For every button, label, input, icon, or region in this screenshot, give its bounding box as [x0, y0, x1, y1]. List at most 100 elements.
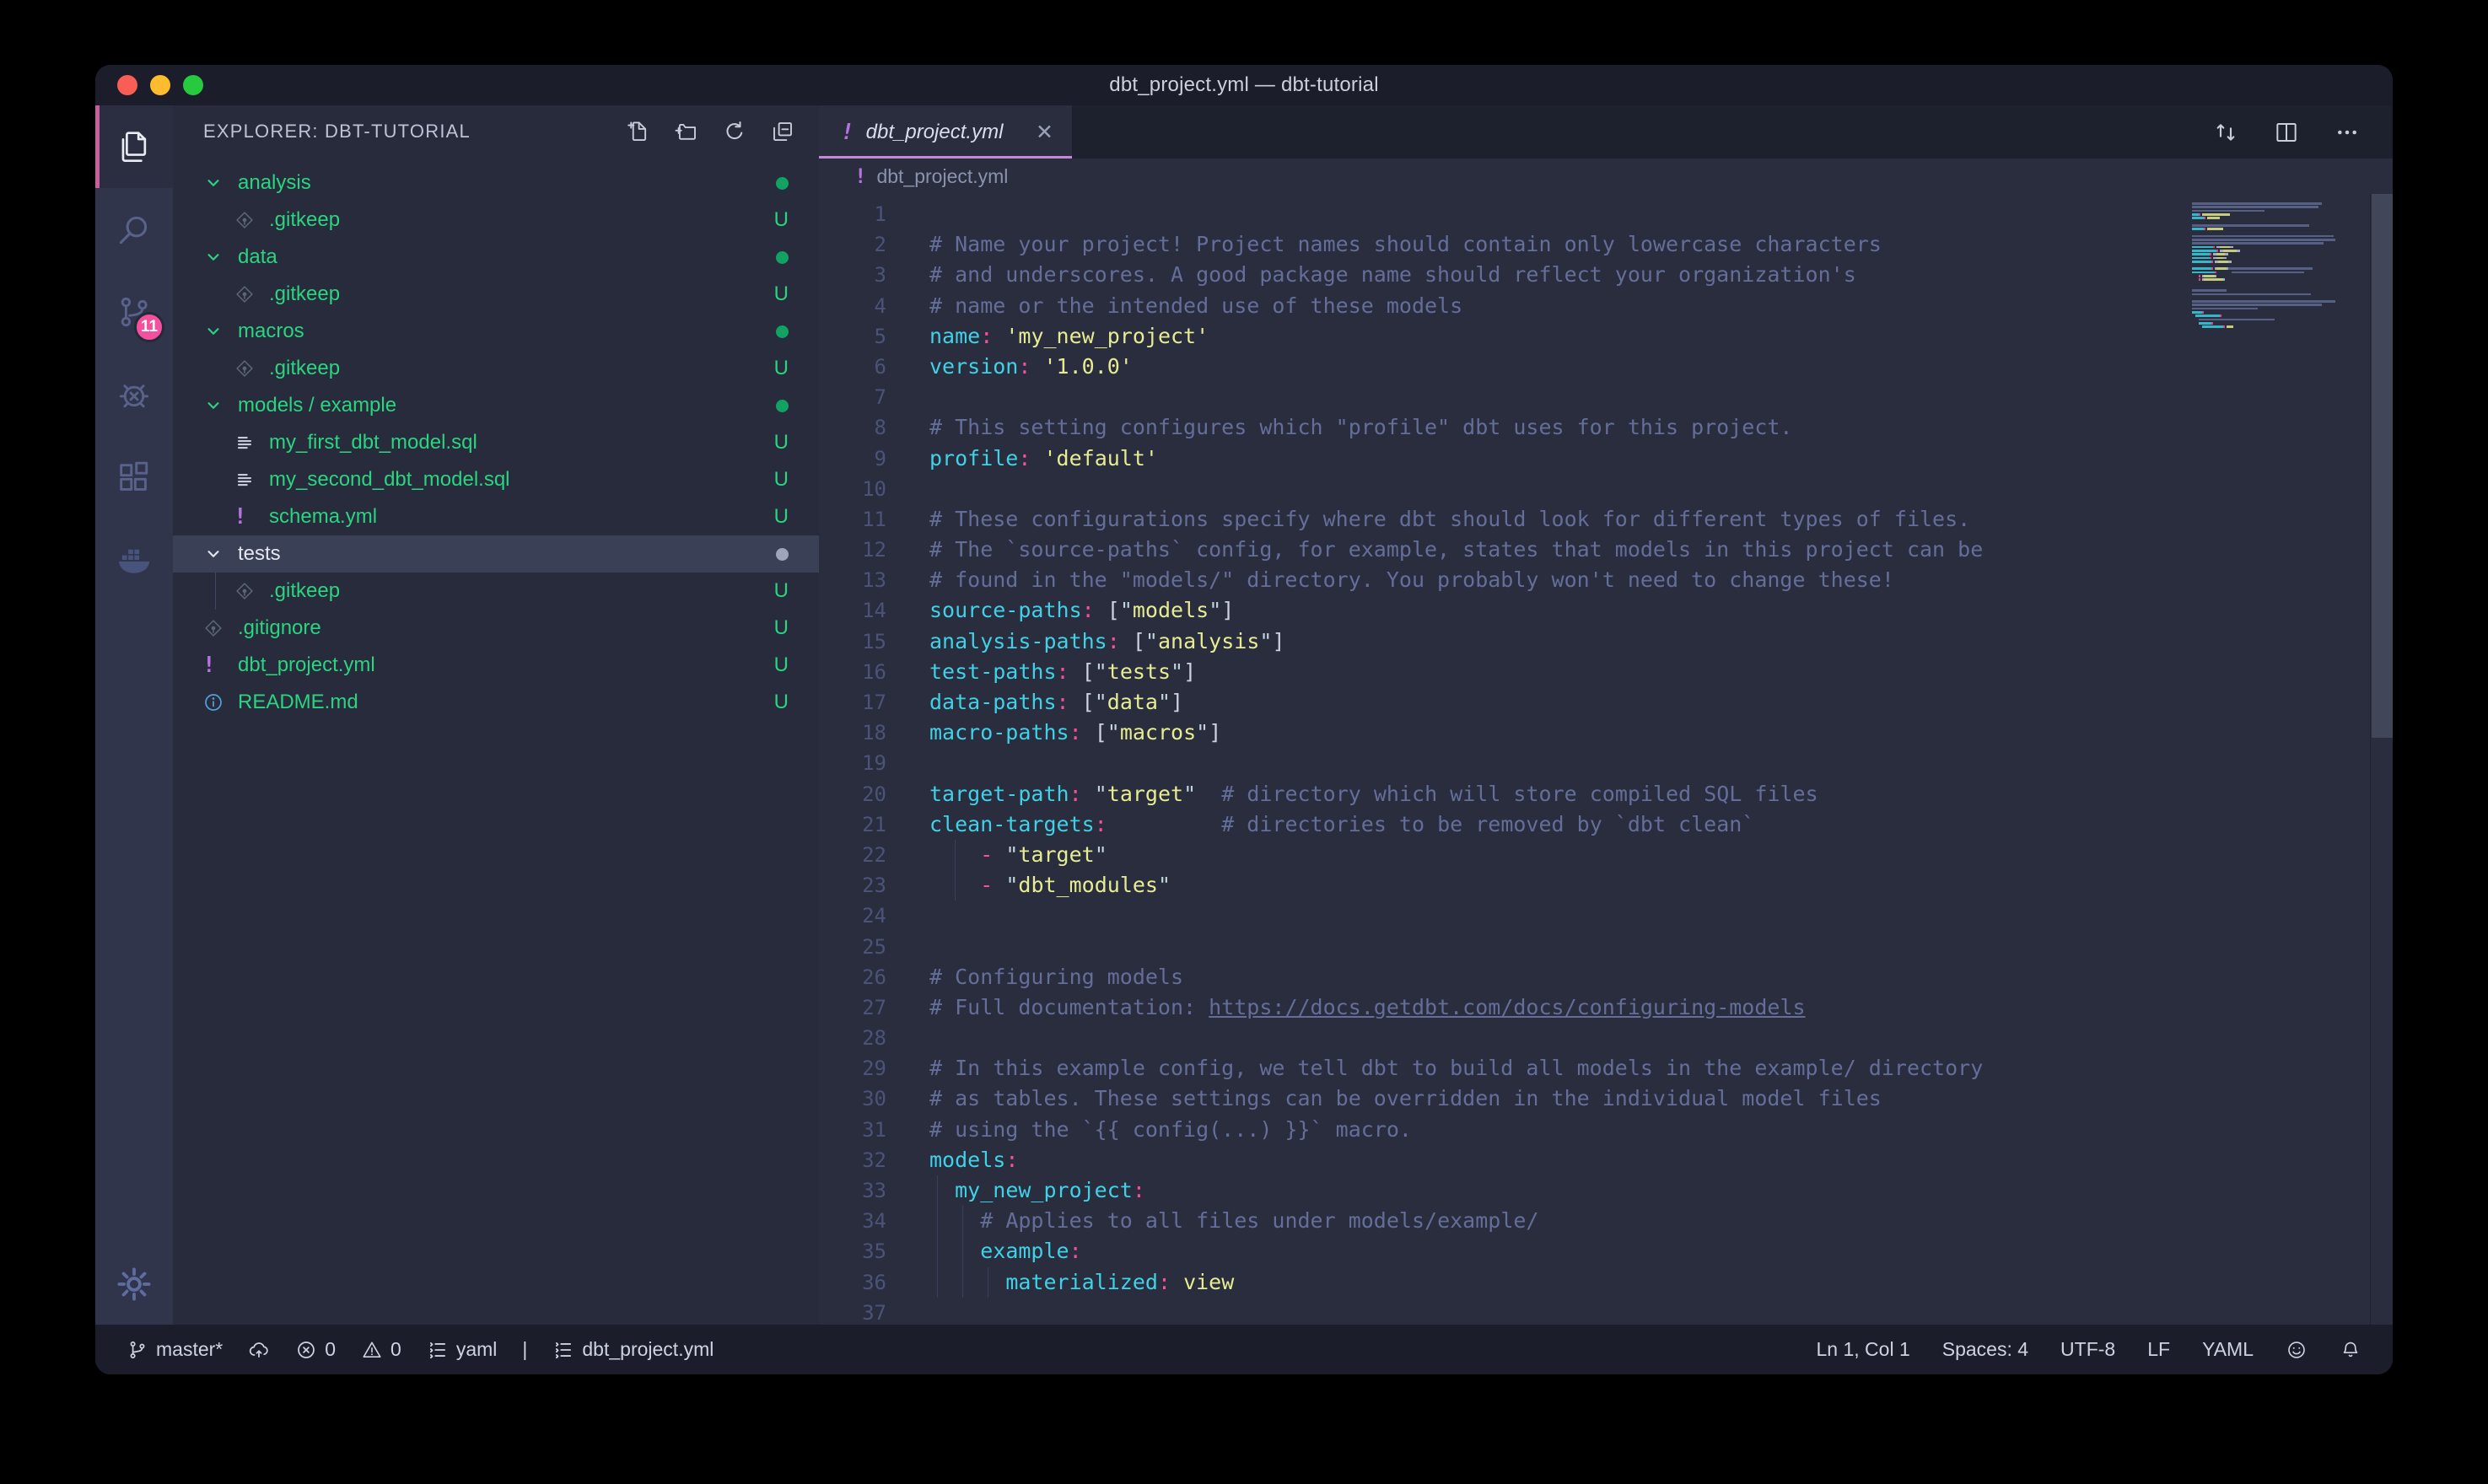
explorer-title: EXPLORER: DBT-TUTORIAL [203, 121, 471, 142]
activity-docker[interactable] [95, 519, 173, 601]
refresh-icon[interactable] [722, 119, 747, 144]
tree-item-readme-md[interactable]: README.mdU [173, 684, 819, 721]
file-code-icon [234, 432, 264, 454]
tree-item-my-second-dbt-model-sql[interactable]: my_second_dbt_model.sqlU [173, 461, 819, 498]
activity-search[interactable] [95, 188, 173, 271]
code-line-32: 32models: [819, 1145, 1983, 1175]
tree-item-data[interactable]: data [173, 239, 819, 276]
status-label: 0 [325, 1338, 336, 1361]
code-line-33: 33 my_new_project: [819, 1175, 1983, 1206]
line-number: 11 [819, 504, 886, 535]
status-spaces-4[interactable]: Spaces: 4 [1942, 1338, 2028, 1361]
code-line-30: 30# as tables. These settings can be ove… [819, 1083, 1983, 1114]
activity-bar-bottom [95, 1244, 173, 1325]
status-git-branch[interactable]: master* [127, 1338, 223, 1361]
open-changes-icon[interactable] [2212, 119, 2239, 146]
list-selector-icon [427, 1339, 449, 1361]
code-line-28: 28 [819, 1023, 1983, 1053]
scrollbar-thumb[interactable] [2372, 194, 2393, 738]
activity-extensions[interactable] [95, 436, 173, 519]
activity-settings-gear[interactable] [95, 1244, 173, 1325]
tree-item-models-example[interactable]: models / example [173, 387, 819, 424]
status-ln-1-col-1[interactable]: Ln 1, Col 1 [1817, 1338, 1910, 1361]
line-number: 15 [819, 626, 886, 657]
code-line-26: 26# Configuring models [819, 962, 1983, 992]
close-window-button[interactable] [117, 75, 137, 95]
line-number: 21 [819, 809, 886, 840]
tree-item-schema-yml[interactable]: !schema.ymlU [173, 498, 819, 535]
more-actions-icon[interactable] [2334, 119, 2361, 146]
activity-bar-spacer [95, 601, 173, 1244]
folder-status-dot [776, 325, 789, 338]
activity-files[interactable] [95, 105, 173, 188]
line-number: 7 [819, 382, 886, 412]
tree-item-dbt-project-yml[interactable]: !dbt_project.ymlU [173, 647, 819, 684]
tree-item--gitkeep[interactable]: .gitkeepU [173, 350, 819, 387]
tree-item-my-first-dbt-model-sql[interactable]: my_first_dbt_model.sqlU [173, 424, 819, 461]
collapse-all-icon[interactable] [770, 119, 795, 144]
status-bell[interactable] [2340, 1339, 2361, 1361]
code-line-35: 35 example: [819, 1236, 1983, 1266]
warning-icon [361, 1339, 383, 1361]
breadcrumb[interactable]: ! dbt_project.yml [819, 159, 2393, 194]
line-number: 20 [819, 779, 886, 809]
code-line-4: 4# name or the intended use of these mod… [819, 291, 1983, 321]
status-list-selector[interactable]: dbt_project.yml [552, 1338, 714, 1361]
code-editor[interactable]: 12# Name your project! Project names sho… [819, 194, 2393, 1325]
tree-item--gitkeep[interactable]: .gitkeepU [173, 276, 819, 313]
tree-item-label: analysis [238, 171, 311, 195]
split-editor-icon[interactable] [2273, 119, 2300, 146]
tree-item--gitkeep[interactable]: .gitkeepU [173, 202, 819, 239]
tree-item-label: data [238, 245, 277, 269]
status-label: | [522, 1338, 527, 1361]
git-untracked-badge: U [774, 691, 789, 714]
status-label: UTF-8 [2060, 1338, 2115, 1361]
tab-dbt-project-yml[interactable]: ! dbt_project.yml ✕ [819, 105, 1072, 159]
activity-debug[interactable] [95, 353, 173, 436]
line-number: 22 [819, 840, 886, 870]
close-tab-icon[interactable]: ✕ [1036, 120, 1053, 145]
title-bar: dbt_project.yml — dbt-tutorial [95, 65, 2393, 105]
new-folder-icon[interactable] [674, 119, 699, 144]
status-cloud-upload[interactable] [248, 1339, 270, 1361]
activity-source-control[interactable]: 11 [95, 271, 173, 353]
zoom-window-button[interactable] [183, 75, 203, 95]
tree-item-macros[interactable]: macros [173, 313, 819, 350]
code-line-1: 1 [819, 199, 1983, 229]
folder-status-dot [776, 177, 789, 190]
code-lines: 12# Name your project! Project names sho… [819, 199, 1983, 1325]
status-list-selector[interactable]: yaml [427, 1338, 498, 1361]
tree-item-analysis[interactable]: analysis [173, 164, 819, 202]
tree-item-tests[interactable]: tests [173, 535, 819, 573]
status-error[interactable]: 0 [295, 1338, 336, 1361]
status-yaml[interactable]: YAML [2202, 1338, 2254, 1361]
line-number: 31 [819, 1115, 886, 1145]
minimap[interactable] [2189, 198, 2369, 332]
line-number: 6 [819, 352, 886, 382]
minimize-window-button[interactable] [150, 75, 170, 95]
status-warning[interactable]: 0 [361, 1338, 401, 1361]
chevron-down-icon [202, 246, 233, 268]
status-utf-8[interactable]: UTF-8 [2060, 1338, 2115, 1361]
tab-label: dbt_project.yml [866, 121, 1004, 144]
tree-item--gitkeep[interactable]: .gitkeepU [173, 573, 819, 610]
code-line-21: 21clean-targets: # directories to be rem… [819, 809, 1983, 840]
code-line-19: 19 [819, 748, 1983, 778]
code-line-3: 3# and underscores. A good package name … [819, 260, 1983, 290]
line-number: 12 [819, 535, 886, 565]
status--[interactable]: | [522, 1338, 527, 1361]
editor-scrollbar[interactable] [2370, 194, 2393, 1325]
git-untracked-badge: U [774, 616, 789, 640]
tree-item-label: .gitkeep [269, 579, 340, 603]
status-label: LF [2147, 1338, 2170, 1361]
status-smiley[interactable] [2286, 1339, 2308, 1361]
code-line-7: 7 [819, 382, 1983, 412]
tree-item--gitignore[interactable]: .gitignoreU [173, 610, 819, 647]
bell-icon [2340, 1339, 2361, 1361]
tree-item-label: schema.yml [269, 505, 377, 529]
yaml-warning-icon: ! [234, 504, 264, 530]
status-lf[interactable]: LF [2147, 1338, 2170, 1361]
new-file-icon[interactable] [626, 119, 651, 144]
code-line-8: 8# This setting configures which "profil… [819, 412, 1983, 443]
code-line-34: 34 # Applies to all files under models/e… [819, 1206, 1983, 1236]
